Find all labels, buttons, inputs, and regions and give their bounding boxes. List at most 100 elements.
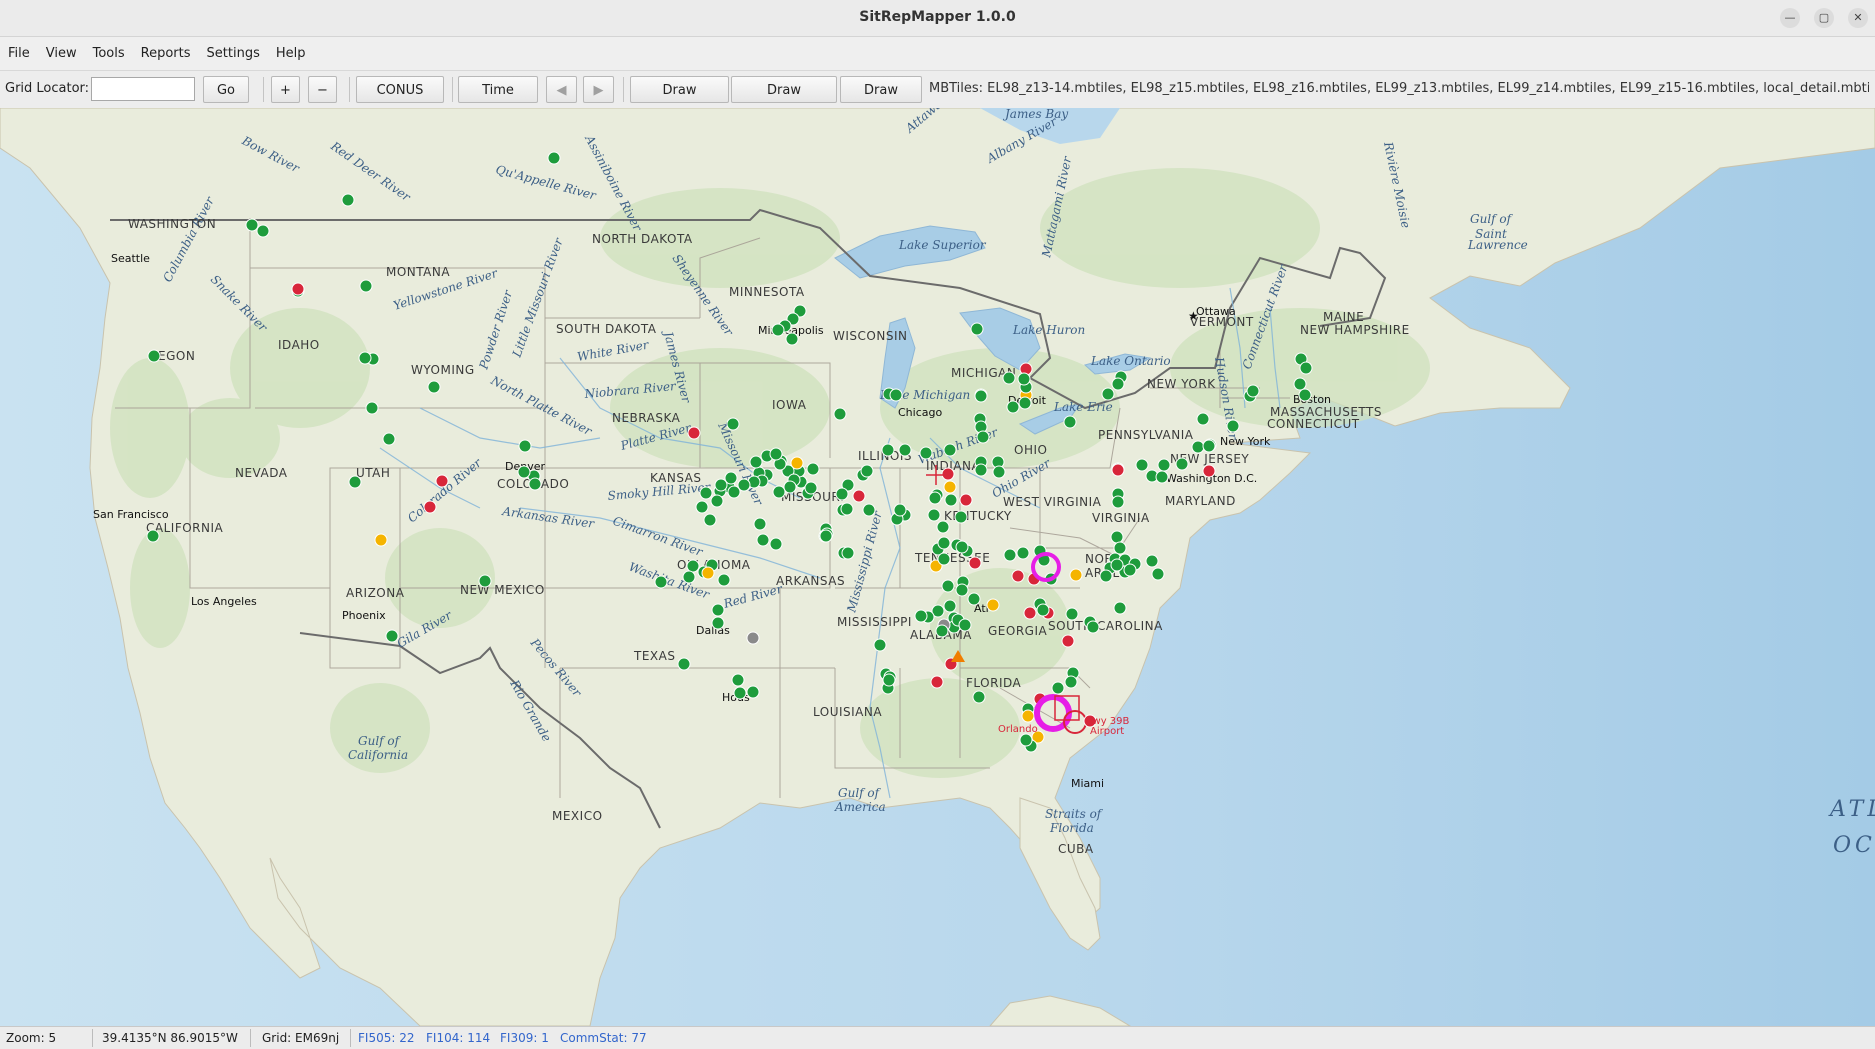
status-yellow-marker[interactable] — [1021, 709, 1035, 723]
zoom-out-button[interactable]: − — [308, 76, 337, 103]
next-frame-button[interactable]: ▶ — [583, 76, 614, 103]
status-green-marker[interactable] — [517, 465, 531, 479]
status-green-marker[interactable] — [840, 502, 854, 516]
status-green-marker[interactable] — [881, 443, 895, 457]
status-green-marker[interactable] — [1151, 567, 1165, 581]
status-red-marker[interactable] — [435, 474, 449, 488]
draw-polygon-button[interactable]: Draw Polygon — [630, 76, 729, 125]
status-green-marker[interactable] — [943, 443, 957, 457]
grid-locator-input[interactable] — [91, 77, 195, 101]
status-green-marker[interactable] — [955, 540, 969, 554]
status-green-marker[interactable] — [935, 624, 949, 638]
status-green-marker[interactable] — [1157, 458, 1171, 472]
menu-file[interactable]: File — [0, 37, 38, 70]
menu-help[interactable]: Help — [268, 37, 314, 70]
status-green-marker[interactable] — [1110, 558, 1124, 572]
status-green-marker[interactable] — [731, 673, 745, 687]
status-green-marker[interactable] — [682, 570, 696, 584]
status-yellow-marker[interactable] — [374, 533, 388, 547]
status-green-marker[interactable] — [1113, 601, 1127, 615]
status-green-marker[interactable] — [1086, 620, 1100, 634]
status-green-marker[interactable] — [1003, 548, 1017, 562]
status-green-marker[interactable] — [833, 407, 847, 421]
status-green-marker[interactable] — [547, 151, 561, 165]
status-green-marker[interactable] — [359, 279, 373, 293]
status-red-marker[interactable] — [959, 493, 973, 507]
close-icon[interactable]: ✕ — [1848, 8, 1868, 28]
status-green-marker[interactable] — [804, 481, 818, 495]
status-green-marker[interactable] — [518, 439, 532, 453]
status-green-marker[interactable] — [1099, 569, 1113, 583]
status-green-marker[interactable] — [478, 574, 492, 588]
status-green-marker[interactable] — [860, 464, 874, 478]
status-green-marker[interactable] — [1065, 607, 1079, 621]
status-green-marker[interactable] — [1191, 440, 1205, 454]
status-green-marker[interactable] — [974, 389, 988, 403]
status-green-marker[interactable] — [1017, 372, 1031, 386]
minimize-icon[interactable]: — — [1780, 8, 1800, 28]
status-green-marker[interactable] — [1111, 377, 1125, 391]
status-green-marker[interactable] — [970, 322, 984, 336]
status-green-marker[interactable] — [1019, 733, 1033, 747]
status-green-marker[interactable] — [862, 503, 876, 517]
status-yellow-marker[interactable] — [943, 480, 957, 494]
status-green-marker[interactable] — [365, 401, 379, 415]
status-green-marker[interactable] — [727, 485, 741, 499]
status-green-marker[interactable] — [992, 465, 1006, 479]
go-button[interactable]: Go — [203, 76, 249, 103]
status-green-marker[interactable] — [1298, 388, 1312, 402]
status-green-marker[interactable] — [783, 480, 797, 494]
status-green-marker[interactable] — [341, 193, 355, 207]
status-yellow-marker[interactable] — [1069, 568, 1083, 582]
status-green-marker[interactable] — [882, 673, 896, 687]
previous-frame-button[interactable]: ◀ — [546, 76, 577, 103]
map-canvas[interactable]: James Bay Lake Superior Lake Huron Lake … — [0, 108, 1875, 1026]
status-red-marker[interactable] — [930, 675, 944, 689]
status-red-marker[interactable] — [968, 556, 982, 570]
menu-settings[interactable]: Settings — [199, 37, 268, 70]
status-green-marker[interactable] — [1111, 495, 1125, 509]
status-green-marker[interactable] — [889, 388, 903, 402]
status-green-marker[interactable] — [806, 462, 820, 476]
status-green-marker[interactable] — [841, 546, 855, 560]
status-green-marker[interactable] — [1155, 470, 1169, 484]
status-red-marker[interactable] — [1023, 606, 1037, 620]
status-green-marker[interactable] — [919, 446, 933, 460]
status-green-marker[interactable] — [1299, 361, 1313, 375]
status-green-marker[interactable] — [769, 447, 783, 461]
status-green-marker[interactable] — [893, 503, 907, 517]
status-green-marker[interactable] — [944, 493, 958, 507]
status-red-marker[interactable] — [1111, 463, 1125, 477]
status-green-marker[interactable] — [1002, 371, 1016, 385]
status-green-marker[interactable] — [1051, 681, 1065, 695]
status-yellow-marker[interactable] — [790, 456, 804, 470]
status-green-marker[interactable] — [785, 332, 799, 346]
status-green-marker[interactable] — [733, 686, 747, 700]
status-green-marker[interactable] — [654, 575, 668, 589]
status-green-marker[interactable] — [147, 349, 161, 363]
status-red-marker[interactable] — [687, 426, 701, 440]
status-green-marker[interactable] — [1036, 603, 1050, 617]
status-green-marker[interactable] — [711, 603, 725, 617]
status-green-marker[interactable] — [1113, 541, 1127, 555]
status-green-marker[interactable] — [703, 513, 717, 527]
maximize-icon[interactable]: ▢ — [1814, 8, 1834, 28]
status-green-marker[interactable] — [1175, 457, 1189, 471]
status-green-marker[interactable] — [711, 616, 725, 630]
status-green-marker[interactable] — [1293, 377, 1307, 391]
status-red-marker[interactable] — [1202, 464, 1216, 478]
status-green-marker[interactable] — [1101, 387, 1115, 401]
status-green-marker[interactable] — [1016, 546, 1030, 560]
status-green-marker[interactable] — [928, 491, 942, 505]
menu-reports[interactable]: Reports — [133, 37, 199, 70]
status-green-marker[interactable] — [382, 432, 396, 446]
status-green-marker[interactable] — [769, 537, 783, 551]
status-green-marker[interactable] — [385, 629, 399, 643]
status-gray-marker[interactable] — [746, 631, 760, 645]
status-green-marker[interactable] — [1064, 675, 1078, 689]
status-green-marker[interactable] — [528, 477, 542, 491]
status-green-marker[interactable] — [1006, 400, 1020, 414]
status-green-marker[interactable] — [1123, 563, 1137, 577]
status-green-marker[interactable] — [927, 508, 941, 522]
status-green-marker[interactable] — [819, 529, 833, 543]
